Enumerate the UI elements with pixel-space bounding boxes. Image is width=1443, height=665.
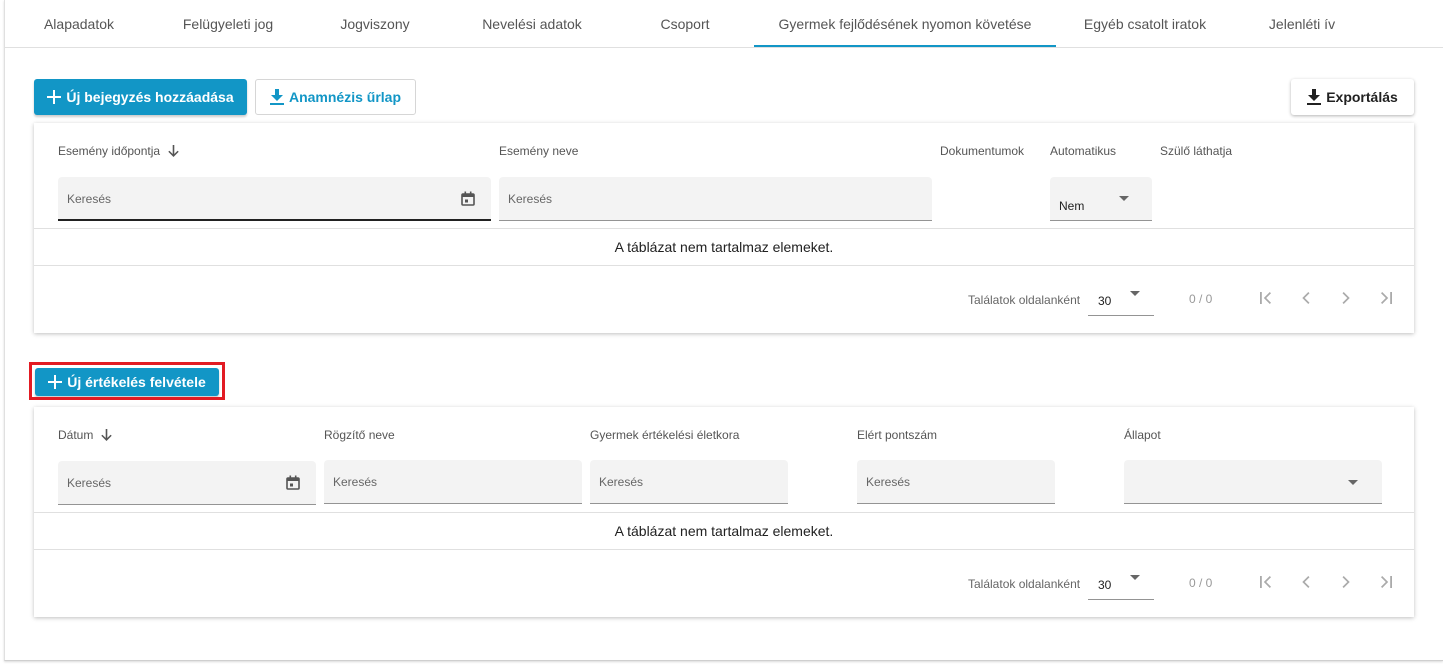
page-range-text: 0 / 0 (1189, 292, 1213, 306)
divider (34, 265, 1414, 266)
chevron-down-icon (1119, 196, 1129, 201)
anamnesis-form-button[interactable]: Anamnézis űrlap (255, 79, 416, 115)
tab-label: Nevelési adatok (482, 15, 582, 32)
column-label: Automatikus (1050, 144, 1117, 158)
tab-label: Csoport (660, 15, 710, 32)
tab-label: Jelenléti ív (1268, 15, 1336, 32)
export-button[interactable]: Exportálás (1291, 79, 1414, 115)
score-search-input[interactable]: Keresés (857, 460, 1055, 504)
calendar-icon[interactable] (461, 191, 475, 211)
per-page-select[interactable]: 30 (1088, 556, 1154, 600)
column-header-automatic: Automatikus (1050, 144, 1116, 158)
arrow-down-icon (101, 429, 113, 441)
chevron-right-icon[interactable] (1334, 570, 1358, 594)
per-page-value: 30 (1098, 294, 1112, 308)
column-label: Esemény neve (499, 144, 579, 158)
last-page-icon[interactable] (1374, 286, 1398, 310)
column-label: Gyermek értékelési életkora (590, 428, 740, 442)
column-header-documents: Dokumentumok (940, 144, 1024, 158)
tab-bar: Alapadatok Felügyeleti jog Jogviszony Ne… (4, 0, 1443, 48)
column-header-event-time[interactable]: Esemény időpontja (58, 144, 179, 158)
add-entry-button[interactable]: Új bejegyzés hozzáadása (34, 79, 247, 115)
empty-table-message: A táblázat nem tartalmaz elemeket. (614, 239, 834, 255)
search-placeholder: Keresés (599, 475, 644, 489)
column-label: Szülő láthatja (1160, 144, 1233, 158)
divider (34, 228, 1414, 229)
search-placeholder: Keresés (333, 475, 378, 489)
column-label: Dokumentumok (940, 144, 1025, 158)
tab-label: Egyéb csatolt iratok (1083, 15, 1207, 32)
column-label: Elért pontszám (857, 428, 938, 442)
recorder-name-search-input[interactable]: Keresés (324, 460, 582, 504)
tab-label: Jogviszony (340, 15, 410, 32)
chevron-down-icon (1348, 480, 1358, 485)
event-name-search-input[interactable]: Keresés (499, 177, 932, 221)
plus-icon (47, 90, 62, 104)
search-placeholder: Keresés (508, 192, 553, 206)
tab-label: Felügyeleti jog (182, 15, 274, 32)
date-search-input[interactable]: Keresés (58, 461, 316, 505)
evaluation-table-card: Dátum Rögzítő neve Gyermek értékelési él… (34, 407, 1414, 617)
column-header-event-name[interactable]: Esemény neve (499, 144, 578, 158)
event-time-search-input[interactable]: Keresés (58, 177, 491, 221)
page-range-text: 0 / 0 (1189, 576, 1213, 590)
per-page-select[interactable]: 30 (1088, 272, 1154, 316)
column-label: Állapot (1124, 428, 1161, 442)
divider (34, 549, 1414, 550)
tab-jogviszony[interactable]: Jogviszony (302, 0, 448, 47)
column-header-parent-visible: Szülő láthatja (1160, 144, 1232, 158)
empty-table-message: A táblázat nem tartalmaz elemeket. (614, 523, 834, 539)
export-label: Exportálás (1326, 89, 1398, 105)
first-page-icon[interactable] (1254, 570, 1278, 594)
per-page-value: 30 (1098, 578, 1112, 592)
tab-alapadatok[interactable]: Alapadatok (4, 0, 154, 47)
chevron-down-icon (1130, 575, 1140, 580)
column-label: Rögzítő neve (324, 428, 395, 442)
tab-egyeb-csatolt-iratok[interactable]: Egyéb csatolt iratok (1056, 0, 1234, 47)
search-placeholder: Keresés (67, 192, 112, 206)
search-placeholder: Keresés (67, 476, 112, 490)
tab-label: Gyermek fejlődésének nyomon követése (778, 15, 1032, 32)
chevron-right-icon[interactable] (1334, 286, 1358, 310)
search-placeholder: Keresés (866, 475, 911, 489)
tab-felugyeleti-jog[interactable]: Felügyeleti jog (154, 0, 302, 47)
calendar-icon[interactable] (286, 475, 300, 495)
highlight-box (29, 362, 225, 400)
chevron-left-icon[interactable] (1294, 286, 1318, 310)
tab-gyermek-fejlodes[interactable]: Gyermek fejlődésének nyomon követése (754, 0, 1056, 47)
evaluation-age-search-input[interactable]: Keresés (590, 460, 788, 504)
download-icon (1307, 89, 1322, 105)
column-label: Esemény időpontja (58, 144, 161, 158)
column-label: Dátum (58, 428, 94, 442)
events-table-card: Esemény időpontja Esemény neve Dokumentu… (34, 123, 1414, 333)
per-page-label: Találatok oldalanként (968, 577, 1081, 591)
column-header-status[interactable]: Állapot (1124, 428, 1161, 442)
status-filter-select[interactable] (1124, 460, 1382, 504)
arrow-down-icon (168, 145, 179, 157)
column-header-evaluation-age[interactable]: Gyermek értékelési életkora (590, 428, 739, 442)
per-page-label: Találatok oldalanként (968, 293, 1081, 307)
active-tab-indicator (754, 45, 1056, 47)
column-header-score[interactable]: Elért pontszám (857, 428, 937, 442)
column-header-date[interactable]: Dátum (58, 428, 113, 442)
select-value: Nem (1059, 199, 1085, 213)
first-page-icon[interactable] (1254, 286, 1278, 310)
automatic-filter-select[interactable]: Nem (1050, 177, 1152, 221)
tab-nevelesi-adatok[interactable]: Nevelési adatok (448, 0, 616, 47)
tab-csoport[interactable]: Csoport (616, 0, 754, 47)
divider (34, 512, 1414, 513)
add-entry-label: Új bejegyzés hozzáadása (66, 89, 234, 105)
column-header-recorder-name[interactable]: Rögzítő neve (324, 428, 395, 442)
tab-jelenleti-iv[interactable]: Jelenléti ív (1234, 0, 1370, 47)
anamnesis-label: Anamnézis űrlap (288, 89, 402, 105)
chevron-left-icon[interactable] (1294, 570, 1318, 594)
tab-label: Alapadatok (43, 15, 115, 32)
last-page-icon[interactable] (1374, 570, 1398, 594)
download-icon (269, 89, 284, 105)
chevron-down-icon (1130, 291, 1140, 296)
